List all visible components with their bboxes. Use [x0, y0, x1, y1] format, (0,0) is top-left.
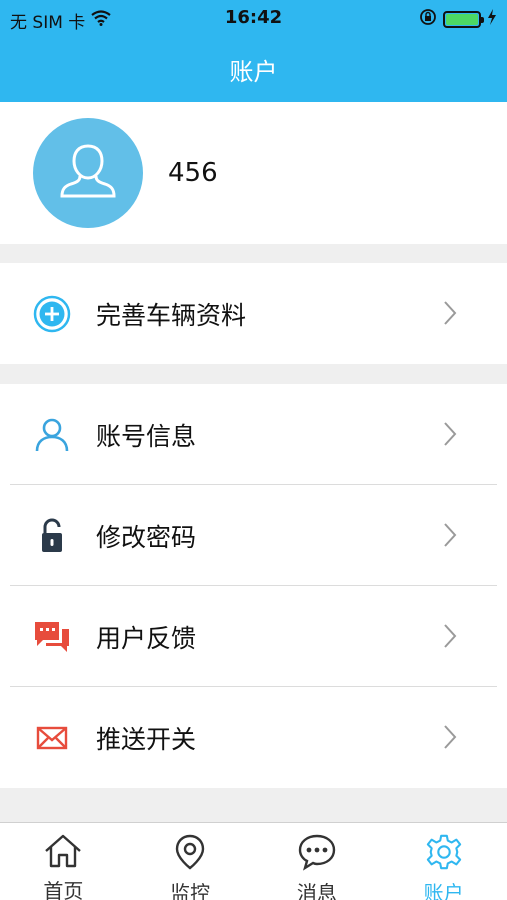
orientation-lock-icon	[419, 8, 437, 31]
tab-account[interactable]: 账户	[380, 823, 507, 900]
menu-item-label: 用户反馈	[96, 623, 197, 653]
battery-icon	[443, 11, 484, 28]
tab-label: 账户	[423, 881, 464, 900]
tab-messages[interactable]: 消息	[254, 823, 381, 900]
charging-icon	[487, 9, 497, 30]
location-pin-icon	[172, 833, 208, 875]
menu-item-label: 完善车辆资料	[96, 300, 247, 330]
chevron-right-icon	[443, 300, 457, 330]
chat-bubbles-icon	[32, 617, 72, 657]
home-icon	[43, 833, 83, 873]
menu-item-vehicle-info[interactable]: 完善车辆资料	[0, 263, 507, 364]
chevron-right-icon	[443, 522, 457, 552]
status-bar: 无 SIM 卡 16:42	[0, 0, 507, 36]
menu-item-label: 账号信息	[96, 421, 197, 451]
tab-monitor[interactable]: 监控	[127, 823, 254, 900]
menu-item-account-info[interactable]: 账号信息	[0, 384, 507, 485]
menu-item-push-toggle[interactable]: 推送开关	[0, 687, 507, 788]
chevron-right-icon	[443, 421, 457, 451]
account-options-card: 账号信息 修改密码 用户反馈 推送开关	[0, 384, 507, 788]
message-icon	[297, 833, 337, 875]
tab-home[interactable]: 首页	[0, 823, 127, 900]
menu-item-label: 推送开关	[96, 724, 197, 754]
person-icon	[32, 415, 72, 455]
menu-item-feedback[interactable]: 用户反馈	[0, 586, 507, 687]
tab-bar: 首页 监控 消息 账户	[0, 822, 507, 900]
avatar[interactable]	[33, 118, 143, 228]
gear-icon	[424, 833, 464, 875]
status-right	[419, 8, 497, 31]
chevron-right-icon	[443, 724, 457, 754]
envelope-icon	[32, 718, 72, 758]
username: 456	[168, 158, 218, 188]
tab-label: 消息	[296, 881, 337, 900]
menu-item-change-password[interactable]: 修改密码	[0, 485, 507, 586]
add-circle-icon	[32, 294, 72, 334]
tab-label: 监控	[170, 881, 211, 900]
profile-header[interactable]: 456	[0, 102, 507, 244]
tab-label: 首页	[43, 879, 84, 900]
chevron-right-icon	[443, 623, 457, 653]
page-title: 账户	[229, 57, 278, 86]
vehicle-card: 完善车辆资料	[0, 263, 507, 364]
menu-item-label: 修改密码	[96, 522, 197, 552]
avatar-person-icon	[60, 144, 116, 198]
lock-icon	[32, 516, 72, 556]
nav-bar: 账户	[0, 36, 507, 102]
